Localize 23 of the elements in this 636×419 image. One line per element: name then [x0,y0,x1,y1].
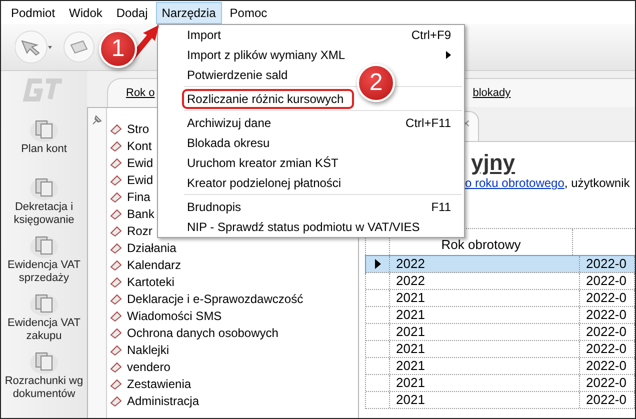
shortcut-text: Ctrl+F9 [411,28,451,42]
user-text: , użytkownik [564,176,630,190]
table-cell: 2021 [390,392,580,408]
table-cell: 2022-0 [580,341,635,357]
table-cell: 2022 [390,273,580,289]
table-cell: 2021 [390,341,580,357]
table-cell: 2021 [390,307,580,323]
table-cell: 2022 [390,256,580,272]
shortcut-text: F11 [431,200,451,214]
table-cell: 2022-0 [580,375,635,391]
table-cell: 2021 [390,358,580,374]
table-cell: 2021 [390,324,580,340]
table-cell: 2022-0 [580,324,635,340]
shortcut-text: Ctrl+F11 [406,116,451,130]
table-cell: 2022-0 [580,307,635,323]
table-cell: 2022-0 [580,358,635,374]
page-title: yjny [470,150,516,176]
table-cell: 2022-0 [580,392,635,408]
table-cell: 2021 [390,375,580,391]
table-cell: 2022-0 [580,256,635,272]
table-cell: 2021 [390,290,580,306]
table-cell: 2022-0 [580,290,635,306]
table-cell: 2022-0 [580,273,635,289]
